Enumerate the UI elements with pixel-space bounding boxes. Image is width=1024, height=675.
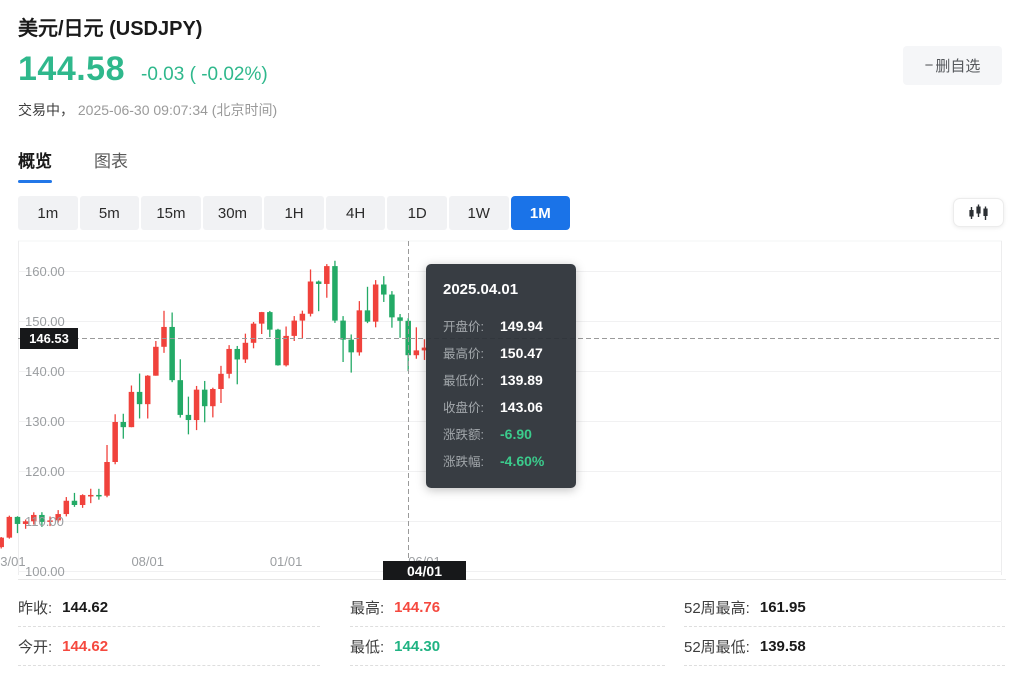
y-axis-tick-label: 140.00 <box>25 364 65 379</box>
interval-button-15m[interactable]: 15m <box>141 196 201 230</box>
stat-cell: 52周最高:161.95 <box>684 588 1005 627</box>
interval-button-30m[interactable]: 30m <box>203 196 263 230</box>
interval-button-4H[interactable]: 4H <box>326 196 386 230</box>
candlestick-icon <box>968 204 990 222</box>
chart-tooltip: 2025.04.01 开盘价:149.94最高价:150.47最低价:139.8… <box>426 264 576 488</box>
chart-divider <box>18 579 1006 580</box>
tooltip-date: 2025.04.01 <box>443 281 576 298</box>
remove-watchlist-label: 删自选 <box>935 55 980 76</box>
stat-cell: 52周最低:139.58 <box>684 627 1005 666</box>
y-axis-tick-label: 160.00 <box>25 264 65 279</box>
chart-type-button[interactable] <box>953 198 1004 227</box>
tooltip-row: 最低价:139.89 <box>443 366 576 393</box>
stat-cell: 昨收:144.62 <box>18 588 320 627</box>
tooltip-row: 最高价:150.47 <box>443 339 576 366</box>
stat-cell: 最高:144.76 <box>350 588 665 627</box>
candlestick-chart[interactable]: 160.00 150.00 140.00 130.00 120.00 110.00 100.… <box>0 240 1024 580</box>
remove-watchlist-button[interactable]: − 删自选 <box>903 46 1002 85</box>
price-row: 144.58 -0.03 ( -0.02%) <box>18 50 268 89</box>
x-axis-tick-label: 08/01 <box>131 554 164 569</box>
y-axis-tick-label: 100.00 <box>25 564 65 579</box>
quote-stats: 昨收:144.62今开:144.62 最高:144.76最低:144.30 52周最… <box>18 588 1005 666</box>
view-tabs: 概览 图表 <box>18 147 170 181</box>
minus-icon: − <box>925 57 934 74</box>
interval-button-1W[interactable]: 1W <box>449 196 509 230</box>
interval-button-1H[interactable]: 1H <box>264 196 324 230</box>
x-axis-tick-label: 01/01 <box>270 554 303 569</box>
tab-chart[interactable]: 图表 <box>94 147 128 181</box>
tooltip-row: 涨跌幅:-4.60% <box>443 447 576 474</box>
interval-button-1D[interactable]: 1D <box>387 196 447 230</box>
x-axis-tick-label: 03/01 <box>0 554 26 569</box>
current-price: 144.58 <box>18 50 125 89</box>
price-change: -0.03 ( -0.02%) <box>141 64 268 86</box>
stat-cell: 最低:144.30 <box>350 627 665 666</box>
crosshair-price-label: 146.53 <box>20 328 78 349</box>
interval-button-1m[interactable]: 1m <box>18 196 78 230</box>
y-axis-tick-label: 150.00 <box>25 314 65 329</box>
quote-timestamp: 2025-06-30 09:07:34 (北京时间) <box>78 102 277 118</box>
stat-cell: 今开:144.62 <box>18 627 320 666</box>
interval-bar: 1m5m15m30m1H4H1D1W1M <box>18 196 570 230</box>
y-axis-tick-label: 120.00 <box>25 464 65 479</box>
crosshair-date-label: 04/01 <box>383 561 466 580</box>
tooltip-row: 涨跌额:-6.90 <box>443 420 576 447</box>
interval-button-1M[interactable]: 1M <box>511 196 571 230</box>
y-axis-tick-label: 110.00 <box>25 514 64 529</box>
page-title: 美元/日元 (USDJPY) <box>18 12 202 41</box>
tooltip-row: 收盘价:143.06 <box>443 393 576 420</box>
trading-status: 交易中， 2025-06-30 09:07:34 (北京时间) <box>18 100 277 120</box>
tooltip-row: 开盘价:149.94 <box>443 312 576 339</box>
interval-button-5m[interactable]: 5m <box>80 196 140 230</box>
tab-overview[interactable]: 概览 <box>18 147 52 181</box>
trading-state: 交易中， <box>18 102 74 118</box>
y-axis-tick-label: 130.00 <box>25 414 65 429</box>
quote-page: 美元/日元 (USDJPY) − 删自选 144.58 -0.03 ( -0.0… <box>0 0 1024 675</box>
